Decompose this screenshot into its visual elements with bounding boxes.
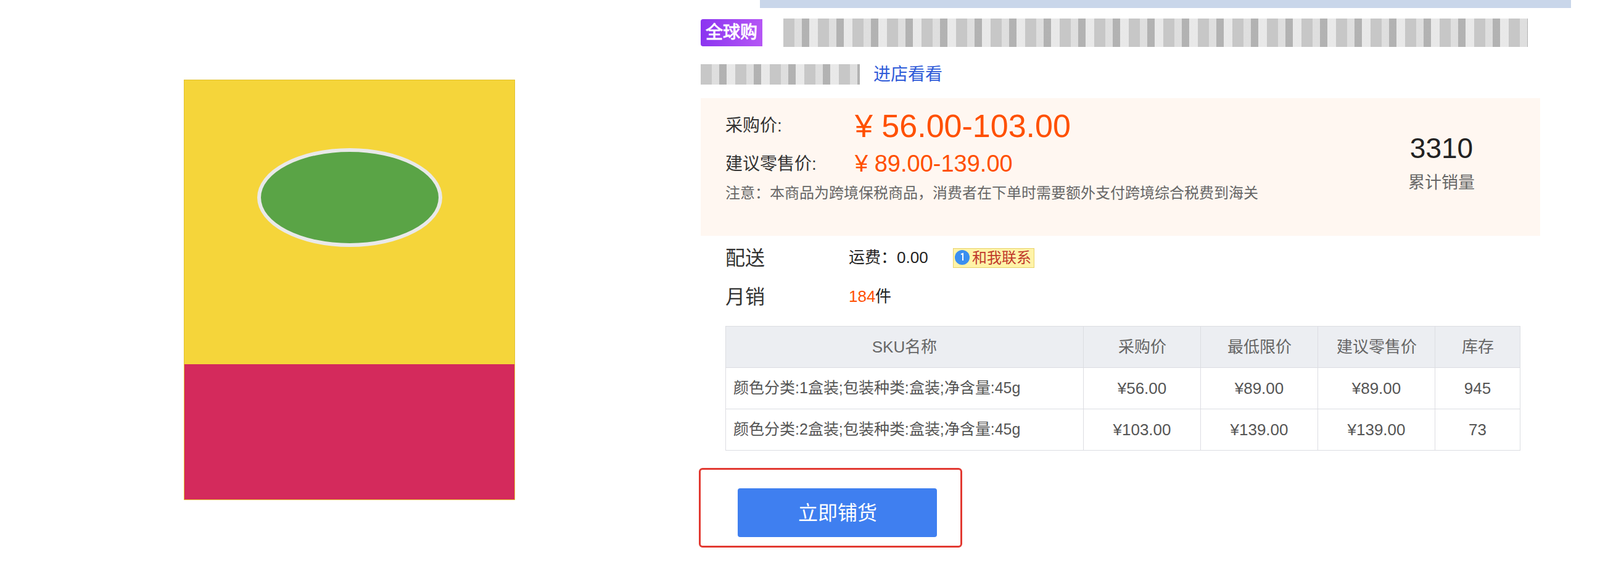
blurred-title xyxy=(783,18,1528,47)
column-header: 最低限价 xyxy=(1200,326,1319,368)
table-cell: 73 xyxy=(1435,408,1521,451)
retail-price: ¥ 89.00-139.00 xyxy=(854,149,1013,179)
table-cell: ¥89.00 xyxy=(1318,367,1436,409)
notice: 注意：本商品为跨境保税商品，消费者在下单时需要额外支付跨境综合税费到海关 xyxy=(725,181,1368,205)
product-image[interactable] xyxy=(183,79,516,500)
table-cell: ¥139.00 xyxy=(1200,408,1319,451)
top-strip xyxy=(759,0,1572,9)
sales-label: 累计销量 xyxy=(1367,170,1516,196)
table-cell: ¥139.00 xyxy=(1318,408,1436,451)
retail-label: 建议零售价: xyxy=(725,151,855,178)
column-header: SKU名称 xyxy=(725,326,1084,368)
shipping-fee: 运费：0.00 xyxy=(848,245,929,270)
monthly-unit: 件 xyxy=(875,286,892,306)
contact-button[interactable]: 和我联系 xyxy=(952,247,1035,268)
column-header: 采购价 xyxy=(1083,326,1201,368)
column-header: 建议零售价 xyxy=(1318,326,1436,368)
table-row: 颜色分类:2盒装;包装种类:盒装;净含量:45g¥103.00¥139.00¥1… xyxy=(725,408,1521,451)
table-cell: ¥103.00 xyxy=(1083,408,1201,451)
price-panel: 采购价: ¥ 56.00-103.00 建议零售价: ¥ 89.00-139.0… xyxy=(700,98,1541,236)
chat-icon xyxy=(953,248,973,268)
blurred-store xyxy=(700,64,860,85)
monthly-count: 184 xyxy=(848,286,876,306)
store-link[interactable]: 进店看看 xyxy=(873,62,943,86)
delivery-label: 配送 xyxy=(725,243,849,273)
monthly-label: 月销 xyxy=(725,281,849,312)
table-cell: 945 xyxy=(1435,367,1521,409)
table-cell: ¥89.00 xyxy=(1200,367,1319,409)
global-badge: 全球购 xyxy=(700,19,763,47)
purchase-label: 采购价: xyxy=(725,112,855,139)
stock-button[interactable]: 立即铺货 xyxy=(737,487,937,537)
table-cell: 颜色分类:2盒装;包装种类:盒装;净含量:45g xyxy=(725,408,1084,451)
table-row: 颜色分类:1盒装;包装种类:盒装;净含量:45g¥56.00¥89.00¥89.… xyxy=(725,367,1521,409)
highlight-frame: 立即铺货 xyxy=(698,467,963,548)
column-header: 库存 xyxy=(1435,326,1521,368)
table-cell: ¥56.00 xyxy=(1083,367,1201,409)
sales-count: 3310 xyxy=(1367,131,1516,166)
product-image-area xyxy=(0,0,699,563)
table-cell: 颜色分类:1盒装;包装种类:盒装;净含量:45g xyxy=(725,367,1084,409)
purchase-price: ¥ 56.00-103.00 xyxy=(854,106,1071,145)
sku-table: SKU名称采购价最低限价建议零售价库存 颜色分类:1盒装;包装种类:盒装;净含量… xyxy=(725,325,1521,451)
